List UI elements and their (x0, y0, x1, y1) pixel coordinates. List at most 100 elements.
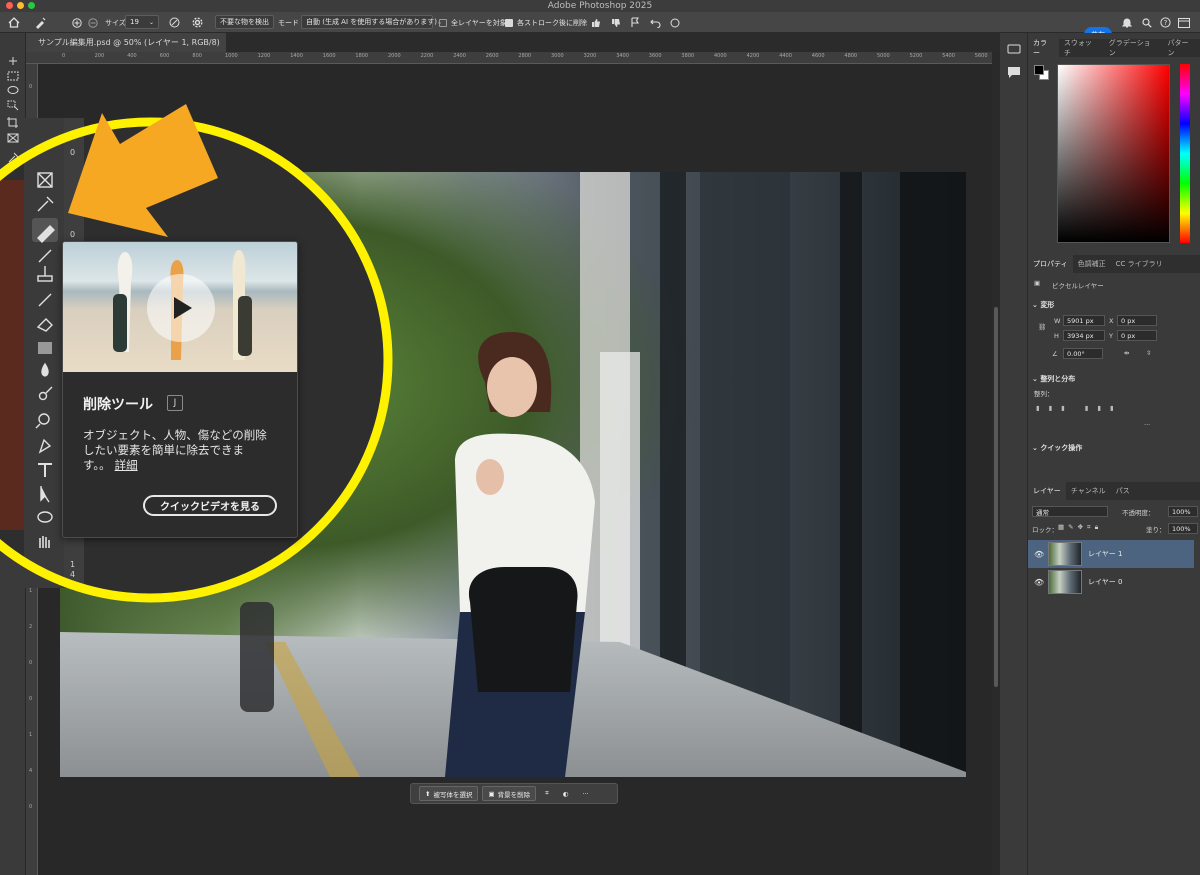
scrollbar-thumb[interactable] (994, 307, 998, 687)
svg-text:?: ? (1164, 19, 1168, 27)
angle-field[interactable]: 0.00° (1063, 348, 1103, 359)
options-bar: サイズ 19 ⌄ 不要な物を検出 モード 自動 (生成 AI を使用する場合があ… (0, 12, 1200, 42)
layer-row-selected[interactable]: 👁︎ レイヤー 1 (1028, 540, 1194, 568)
eye-icon[interactable]: 👁︎ (1034, 550, 1044, 559)
y-field[interactable]: 0 px (1117, 330, 1157, 341)
crop-tool-icon[interactable] (7, 117, 18, 128)
remove-background-button[interactable]: ▣ 背景を削除 (482, 786, 537, 801)
comment-icon[interactable] (1008, 67, 1020, 78)
flip-vertical-icon[interactable]: ⇳ (1146, 349, 1151, 357)
delete-after-stroke-checkbox[interactable]: 各ストローク後に削除 (505, 15, 587, 30)
transform-icon[interactable]: ⌗ (540, 786, 554, 801)
select-subject-label: 被写体を選択 (433, 790, 473, 799)
align-section-title[interactable]: ⌄ 整列と分布 (1032, 374, 1075, 384)
layer-row[interactable]: 👁︎ レイヤー 0 (1028, 568, 1194, 596)
object-selection-tool-icon[interactable] (7, 100, 19, 111)
size-field[interactable]: 19 ⌄ (125, 15, 159, 29)
link-icon[interactable]: ⛓ (1038, 323, 1046, 331)
blend-mode-select[interactable]: 通常 (1032, 506, 1108, 517)
ruler-label: 3200 (583, 53, 597, 59)
gear-icon[interactable] (192, 15, 203, 30)
align-label: 整列： (1034, 390, 1054, 398)
foreground-background-swatch[interactable] (1034, 65, 1050, 81)
contextual-task-bar: ⬆ 被写体を選択 ▣ 背景を削除 ⌗ ◐ ··· (410, 783, 618, 804)
frame-tool-icon[interactable] (7, 133, 19, 143)
tab-swatches[interactable]: スウォッチ (1059, 39, 1104, 57)
tab-patterns[interactable]: パターン (1162, 39, 1200, 57)
subtract-from-brush-icon[interactable] (88, 15, 98, 30)
thumbs-up-icon[interactable] (591, 15, 601, 30)
tab-paths[interactable]: パス (1111, 482, 1135, 500)
thumbs-down-icon[interactable] (611, 15, 621, 30)
more-align-options-icon[interactable]: ··· (1144, 421, 1150, 429)
bell-icon[interactable] (1122, 15, 1132, 30)
marquee-tool-icon[interactable] (7, 71, 19, 81)
mode-select[interactable]: 自動 (生成 AI を使用する場合があります) ⌄ (301, 15, 442, 29)
watch-quick-video-button[interactable]: クイックビデオを見る (143, 495, 277, 516)
tab-cc-libraries[interactable]: CC ライブラリ (1111, 255, 1168, 273)
color-panel-tabs: カラー スウォッチ グラデーション パターン (1028, 39, 1200, 57)
pressure-size-icon[interactable] (169, 15, 180, 30)
ruler-label: 2 (29, 120, 33, 126)
checkbox-unchecked-icon (439, 18, 447, 27)
workspace-icon[interactable] (1178, 15, 1190, 30)
transform-section-title[interactable]: ⌄ 変形 (1032, 300, 1054, 310)
x-field[interactable]: 0 px (1117, 315, 1157, 326)
ruler-label: 1800 (355, 53, 369, 59)
history-icon[interactable] (1007, 44, 1021, 54)
align-buttons-row[interactable]: ▮▮▮ ▮▮▮ (1036, 404, 1123, 412)
select-subject-button[interactable]: ⬆ 被写体を選択 (419, 786, 479, 801)
hue-slider[interactable] (1180, 64, 1190, 243)
flag-icon[interactable] (630, 15, 640, 30)
search-icon[interactable] (1142, 15, 1152, 30)
learn-more-link[interactable]: 詳細 (115, 458, 138, 472)
lasso-tool-icon[interactable] (7, 86, 19, 94)
eyedropper-tool-icon[interactable] (8, 152, 19, 163)
y-label: Y (1109, 332, 1113, 340)
width-field[interactable]: 5901 px (1063, 315, 1105, 326)
remove-background-label: 背景を削除 (497, 790, 531, 799)
ruler-label: 5600 (974, 53, 988, 59)
ruler-label: 1600 (322, 53, 336, 59)
opacity-field[interactable]: 100% (1168, 506, 1198, 517)
all-layers-checkbox[interactable]: 全レイヤーを対象 (439, 15, 507, 30)
ruler-label: 0 (29, 480, 33, 486)
tab-channels[interactable]: チャンネル (1066, 482, 1111, 500)
add-to-brush-icon[interactable] (72, 15, 82, 30)
quick-actions-section-title[interactable]: ⌄ クイック操作 (1032, 443, 1082, 453)
ruler-label: 1000 (225, 53, 238, 59)
play-icon[interactable] (147, 274, 215, 342)
undo-icon[interactable] (650, 15, 661, 30)
help-icon[interactable]: ? (1160, 15, 1171, 30)
window-title-bar: Adobe Photoshop 2025 (0, 0, 1200, 12)
detect-distractions-button[interactable]: 不要な物を検出 (215, 15, 274, 29)
home-icon[interactable] (8, 15, 20, 30)
color-field-picker[interactable] (1057, 64, 1170, 243)
tooltip-title: 削除ツール (83, 397, 153, 413)
height-field[interactable]: 3934 px (1063, 330, 1105, 341)
tooltip-video-thumbnail[interactable] (63, 242, 297, 372)
document-tab[interactable]: サンプル編集用.psd @ 50% (レイヤー 1, RGB/8) (26, 33, 226, 52)
tab-properties[interactable]: プロパティ (1028, 255, 1073, 273)
surfer-2 (238, 296, 252, 356)
eye-icon[interactable]: 👁︎ (1034, 578, 1044, 587)
lock-options-icons[interactable]: ▦✎✥⌗🔒︎ (1058, 523, 1102, 532)
layer-thumbnail (1048, 570, 1082, 594)
fill-field[interactable]: 100% (1168, 523, 1198, 534)
more-options-button[interactable]: ··· (577, 786, 593, 801)
flip-horizontal-icon[interactable]: ⇹ (1124, 349, 1129, 357)
ruler-label: 1400 (290, 53, 303, 59)
tab-color[interactable]: カラー (1028, 39, 1059, 57)
ruler-label: 0 (29, 804, 33, 810)
ruler-label: 3000 (551, 53, 564, 59)
angle-icon: ∠ (1052, 350, 1058, 358)
move-tool-icon[interactable] (9, 57, 17, 65)
adjust-circle-icon[interactable]: ◐ (558, 786, 574, 801)
reset-circle-icon[interactable] (670, 15, 680, 30)
remove-tool-preset-icon[interactable] (34, 15, 46, 30)
tab-layers[interactable]: レイヤー (1028, 482, 1066, 500)
vertical-scrollbar[interactable] (992, 52, 1000, 875)
ruler-label: 1 (29, 732, 33, 738)
tab-gradients[interactable]: グラデーション (1104, 39, 1163, 57)
tab-adjustments[interactable]: 色調補正 (1073, 255, 1111, 273)
